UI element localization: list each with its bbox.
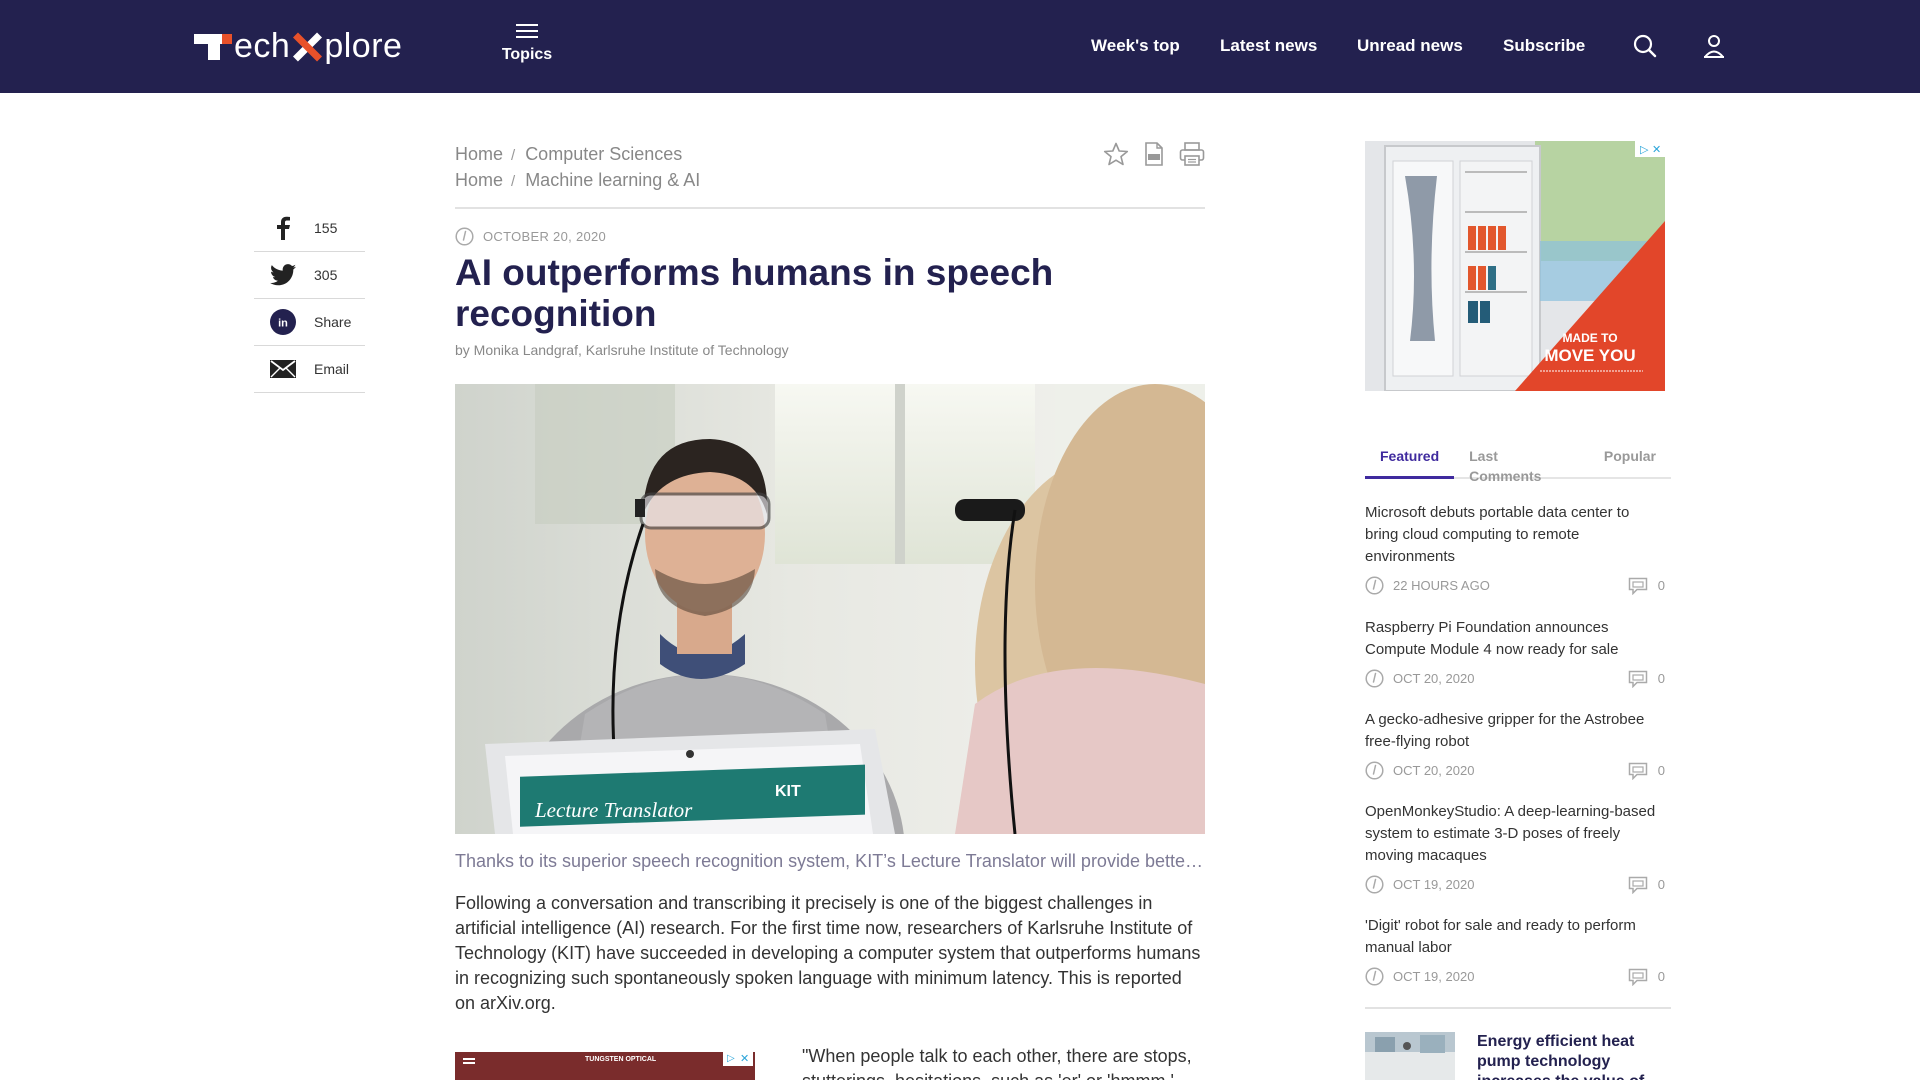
facebook-share-count: 155 (314, 220, 338, 236)
comment-icon (1628, 577, 1648, 595)
article-quote: "When people talk to each other, there a… (802, 1046, 1192, 1080)
share-facebook[interactable]: 155 (254, 205, 365, 252)
svg-text:in: in (278, 318, 288, 330)
comment-icon (1628, 670, 1648, 688)
article-title: AI outperforms humans in speech recognit… (455, 252, 1054, 334)
ad-choices-icon[interactable]: ▷ ✕ (723, 1052, 753, 1066)
laptop-screen-text: Lecture Translator (534, 798, 693, 822)
ad-image: MADE TO MOVE YOU ▷ ✕ (1365, 141, 1665, 391)
news-item-comment-count: 0 (1657, 969, 1665, 984)
laptop-kit-text: KIT (775, 783, 801, 800)
clock-icon (1365, 875, 1384, 894)
news-item-comment-count: 0 (1657, 578, 1665, 593)
pdf-download-icon[interactable] (1143, 142, 1165, 171)
clock-icon (1365, 761, 1384, 780)
share-email[interactable]: Email (254, 346, 365, 393)
news-list-divider (1365, 1007, 1671, 1009)
news-item-title[interactable]: Microsoft debuts portable data center to… (1365, 502, 1665, 568)
featured-story-thumbnail[interactable] (1365, 1032, 1455, 1080)
breadcrumb-home[interactable]: Home (455, 144, 503, 164)
news-item[interactable]: OpenMonkeyStudio: A deep-learning-based … (1365, 801, 1665, 894)
email-icon (270, 356, 296, 382)
news-item-comment-count: 0 (1657, 671, 1665, 686)
sidebar-advertisement[interactable]: MADE TO MOVE YOU ▷ ✕ (1365, 141, 1665, 391)
news-item-title[interactable]: Raspberry Pi Foundation announces Comput… (1365, 617, 1665, 661)
tab-last-comments[interactable]: Last Comments (1454, 446, 1589, 484)
print-icon[interactable] (1179, 142, 1205, 171)
article-byline: by Monika Landgraf, Karlsruhe Institute … (455, 342, 789, 358)
news-tabs: Featured Last Comments Popular (1365, 446, 1671, 484)
news-item-time: OCT 20, 2020 (1393, 671, 1475, 686)
news-item[interactable]: Microsoft debuts portable data center to… (1365, 502, 1665, 595)
tab-featured[interactable]: Featured (1365, 446, 1455, 479)
nav-latest-news[interactable]: Latest news (1220, 36, 1317, 56)
share-sidebar: 155 305 in Share Email (254, 205, 365, 393)
news-item-title[interactable]: A gecko-adhesive gripper for the Astrobe… (1365, 709, 1665, 753)
logo-x-mark (292, 30, 322, 62)
nav-unread-news[interactable]: Unread news (1357, 36, 1463, 56)
news-item[interactable]: A gecko-adhesive gripper for the Astrobe… (1365, 709, 1665, 780)
email-share-label: Email (314, 361, 350, 377)
nav-subscribe[interactable]: Subscribe (1503, 36, 1585, 56)
hamburger-icon (516, 24, 538, 40)
news-item-time: 22 HOURS AGO (1393, 578, 1490, 593)
breadcrumb-home[interactable]: Home (455, 170, 503, 190)
linkedin-share-label: Share (314, 314, 352, 330)
featured-story-title[interactable]: Energy efficient heat pump technology in… (1477, 1032, 1667, 1080)
breadcrumb-machine-learning-ai[interactable]: Machine learning & AI (525, 170, 700, 190)
news-item[interactable]: Raspberry Pi Foundation announces Comput… (1365, 617, 1665, 688)
news-item-comment-count: 0 (1657, 877, 1665, 892)
article-paragraph: Following a conversation and transcribin… (455, 893, 1201, 1013)
logo-text-plore: plore (324, 27, 403, 65)
topics-menu-button[interactable]: Topics (497, 20, 557, 64)
nav-weeks-top[interactable]: Week's top (1091, 36, 1180, 56)
photo-illustration: Lecture Translator KIT (455, 384, 1205, 834)
photo-caption: Thanks to its superior speech recognitio… (455, 851, 1205, 871)
clock-icon (1365, 576, 1384, 595)
site-header: ech plore Topics Week's top Latest news … (0, 0, 1920, 93)
header-divider (455, 207, 1205, 209)
breadcrumb-computer-sciences[interactable]: Computer Sciences (525, 144, 682, 164)
clock-icon (1365, 669, 1384, 688)
bookmark-star-icon[interactable] (1103, 142, 1129, 171)
user-account-icon[interactable] (1701, 33, 1727, 59)
tab-popular[interactable]: Popular (1589, 446, 1671, 479)
news-item-title[interactable]: 'Digit' robot for sale and ready to perf… (1365, 915, 1665, 959)
inline-advertisement[interactable]: TUNGSTEN OPTICAL ▷ ✕ (455, 1052, 755, 1080)
news-item-time: OCT 19, 2020 (1393, 969, 1475, 984)
share-twitter[interactable]: 305 (254, 252, 365, 299)
search-icon[interactable] (1632, 33, 1658, 59)
comment-icon (1628, 762, 1648, 780)
clock-icon (455, 227, 474, 246)
breadcrumb: Home / Computer Sciences Home / Machine lear… (455, 144, 701, 190)
news-item-title[interactable]: OpenMonkeyStudio: A deep-learning-based … (1365, 801, 1665, 867)
news-item-comment-count: 0 (1657, 763, 1665, 778)
site-logo[interactable]: ech plore (194, 26, 402, 66)
logo-text-ech: ech (234, 27, 291, 65)
article-photo[interactable]: Lecture Translator KIT (455, 384, 1205, 834)
topics-label: Topics (501, 46, 553, 63)
linkedin-icon: in (270, 309, 296, 335)
svg-text:▷: ▷ (1640, 143, 1649, 156)
article-date-text: OCTOBER 20, 2020 (483, 229, 607, 244)
facebook-icon (270, 215, 296, 241)
comment-icon (1628, 876, 1648, 894)
comment-icon (1628, 968, 1648, 986)
twitter-share-count: 305 (314, 267, 338, 283)
ad-headline-line1: MADE TO (1562, 331, 1617, 345)
logo-t-mark (194, 30, 234, 62)
news-item-time: OCT 19, 2020 (1393, 877, 1475, 892)
news-item[interactable]: 'Digit' robot for sale and ready to perf… (1365, 915, 1665, 986)
ad-small-brand: TUNGSTEN OPTICAL (585, 1056, 657, 1063)
clock-icon (1365, 967, 1384, 986)
share-linkedin[interactable]: in Share (254, 299, 365, 346)
twitter-icon (270, 262, 296, 288)
svg-text:✕: ✕ (1652, 143, 1661, 156)
article-date: OCTOBER 20, 2020 (455, 227, 606, 246)
news-item-time: OCT 20, 2020 (1393, 763, 1475, 778)
ad-headline-line2: MOVE YOU (1544, 346, 1635, 365)
